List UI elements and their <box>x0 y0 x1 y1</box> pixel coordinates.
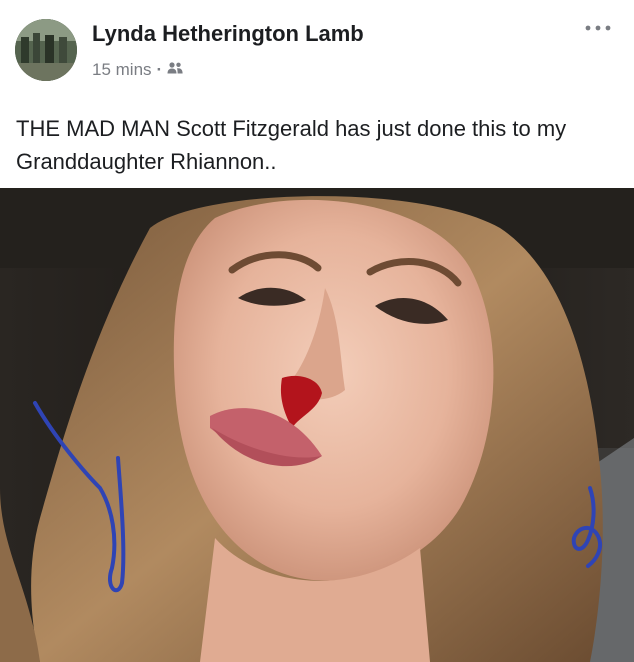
post-timestamp[interactable]: 15 mins <box>92 60 152 80</box>
post-header: Lynda Hetherington Lamb 15 mins · <box>0 0 634 96</box>
more-options-button[interactable] <box>582 18 614 38</box>
meta-separator: · <box>156 60 163 79</box>
more-options-icon <box>585 25 611 31</box>
friends-icon[interactable] <box>167 60 183 80</box>
avatar-image <box>15 19 77 81</box>
facebook-post: Lynda Hetherington Lamb 15 mins · THE MA… <box>0 0 634 662</box>
post-text: THE MAD MAN Scott Fitzgerald has just do… <box>16 116 567 174</box>
author-avatar[interactable] <box>15 19 77 81</box>
post-photo[interactable] <box>0 188 634 662</box>
author-name[interactable]: Lynda Hetherington Lamb <box>92 21 364 47</box>
post-meta: 15 mins · <box>92 60 183 80</box>
selfie-photo <box>0 188 634 662</box>
